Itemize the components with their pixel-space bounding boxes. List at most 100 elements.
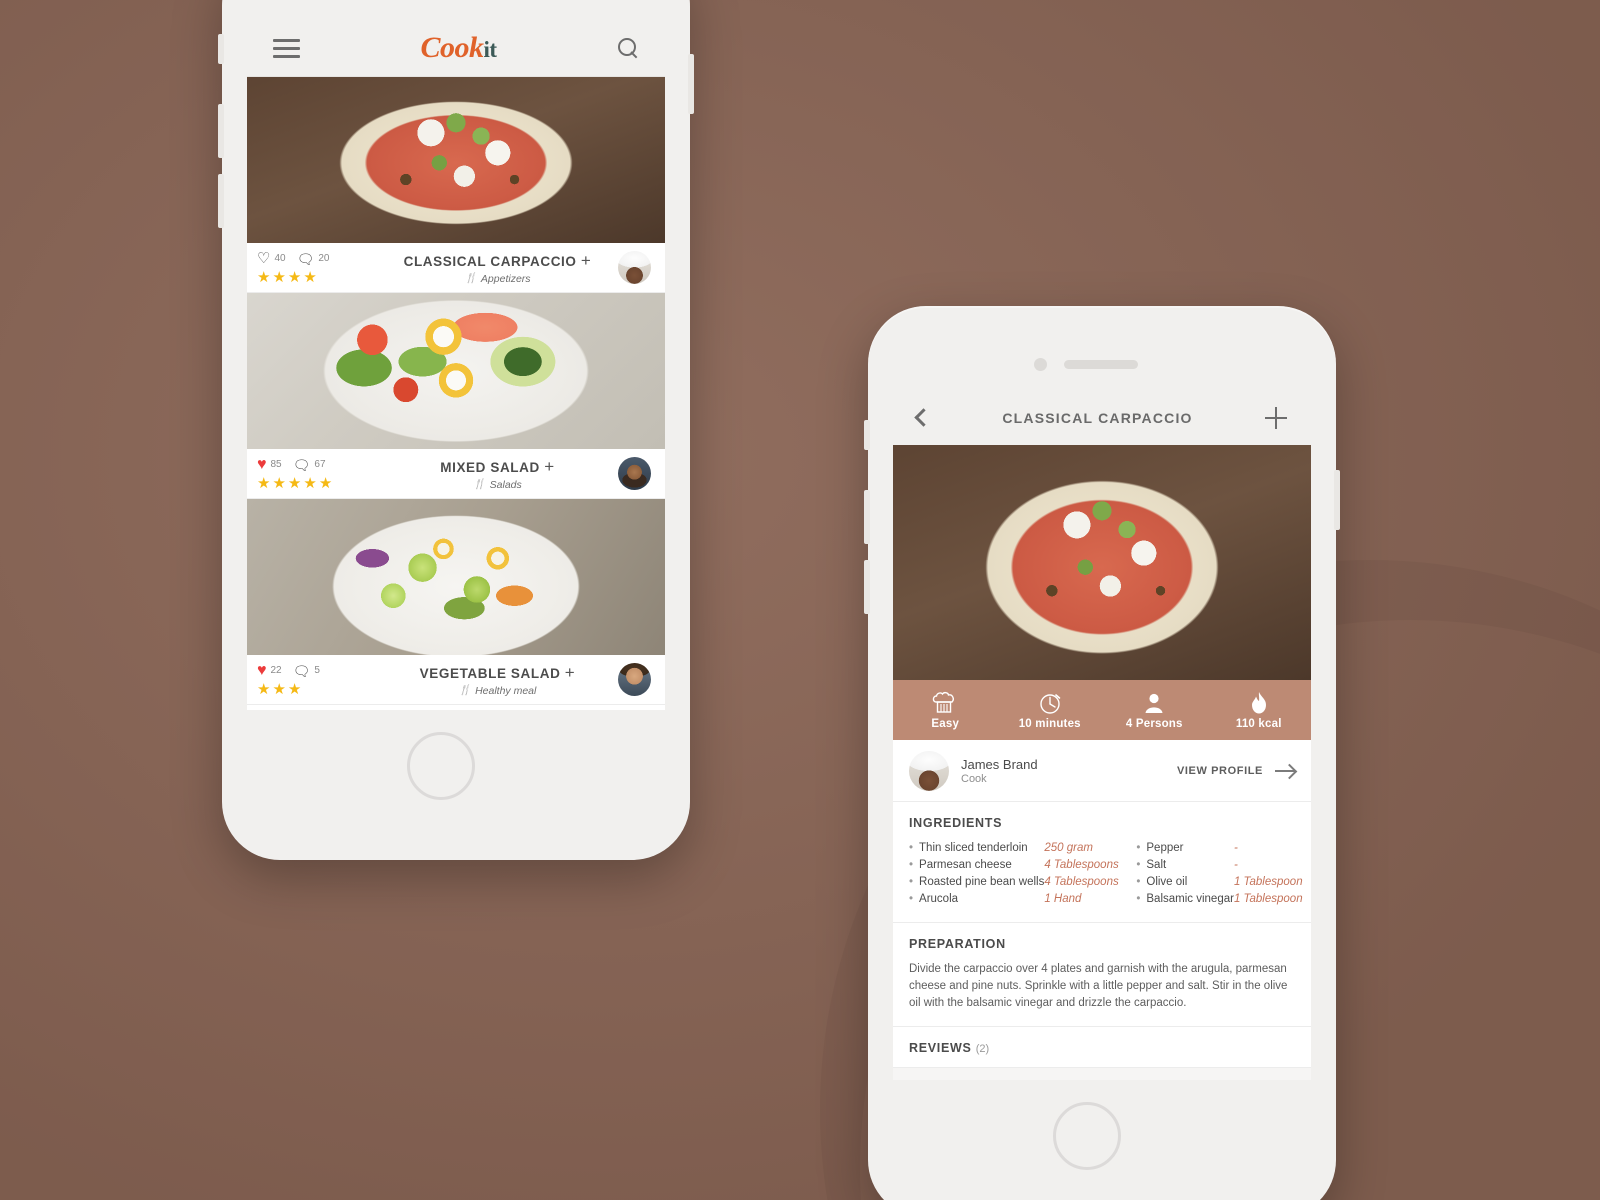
stat-time-label: 10 minutes	[1018, 717, 1081, 730]
classical-carpaccio-photo[interactable]	[247, 77, 665, 243]
recipe-card-meta: ♥ 22 🗨 5 ★ ★ ★ VEGETABLE SALAD + 🍴 Healt…	[247, 655, 665, 705]
recipe-title[interactable]: CLASSICAL CARPACCIO +	[377, 251, 618, 271]
person-icon	[1145, 693, 1163, 713]
comment-icon[interactable]: 🗨	[293, 458, 311, 472]
phone-left-power-button	[688, 54, 694, 114]
recipe-card-meta: ♡ 40 🗨 20 ★ ★ ★ ★ CLASSICAL CARPACCIO + 🍴	[247, 243, 665, 293]
heart-icon[interactable]: ♥	[257, 456, 267, 473]
author-role: Cook	[961, 772, 987, 785]
ingredients-column-left: Thin sliced tenderloin250 gram Parmesan …	[909, 840, 1136, 908]
ingredients-section: INGREDIENTS Thin sliced tenderloin250 gr…	[893, 802, 1311, 923]
earpiece-speaker	[1064, 360, 1138, 369]
rating-stars: ★ ★ ★	[257, 681, 302, 698]
search-icon[interactable]	[617, 37, 639, 59]
plus-icon[interactable]: +	[565, 663, 576, 682]
plus-icon[interactable]	[1264, 406, 1287, 429]
rating-stars: ★ ★ ★ ★ ★	[257, 475, 333, 492]
ingredient-qty: 250 gram	[1044, 842, 1093, 854]
right-phone-screen: CLASSICAL CARPACCIO Easy 10 minutes 4 Pe…	[893, 390, 1311, 1080]
ingredient-name: Arucola	[909, 891, 1044, 908]
comment-icon[interactable]: 🗨	[293, 664, 311, 678]
ingredients-grid: Thin sliced tenderloin250 gram Parmesan …	[909, 840, 1303, 908]
phone-right-volume-up-button	[864, 490, 870, 544]
front-camera-icon	[1034, 358, 1047, 371]
reviews-count: (2)	[975, 1043, 990, 1055]
view-profile-button[interactable]: VIEW PROFILE	[1177, 765, 1295, 777]
recipe-category-text: Salads	[489, 478, 522, 491]
logo-it-text: it	[483, 37, 497, 62]
review-item: Colin Brand ★★★★★ Delicious dish. Really…	[893, 1068, 1311, 1080]
recipe-card[interactable]: ♡ 40 🗨 20 ★ ★ ★ ★ CLASSICAL CARPACCIO + 🍴	[247, 77, 665, 293]
preparation-title: PREPARATION	[909, 937, 1006, 951]
recipe-stats: ♡ 40 🗨 20 ★ ★ ★ ★	[257, 250, 377, 285]
ingredient-row: Olive oil1 Tablespoon	[1136, 874, 1311, 891]
ingredient-name: Parmesan cheese	[909, 857, 1044, 874]
clock-icon	[1040, 693, 1061, 714]
phone-left-home-button[interactable]	[407, 732, 475, 800]
recipe-card-titles: CLASSICAL CARPACCIO + 🍴 Appetizers	[377, 251, 618, 285]
like-count: 40	[274, 253, 286, 264]
recipe-stats: ♥ 85 🗨 67 ★ ★ ★ ★ ★	[257, 456, 377, 491]
heart-icon[interactable]: ♥	[257, 662, 267, 679]
recipe-category-text: Appetizers	[480, 272, 531, 285]
stat-servings: 4 Persons	[1102, 691, 1207, 730]
author-info: James Brand Cook	[961, 757, 1038, 785]
ingredient-row: Salt-	[1136, 857, 1311, 874]
phone-left-volume-up-button	[218, 104, 224, 158]
cutlery-icon: 🍴	[473, 479, 486, 490]
bearded-man-avatar[interactable]	[618, 457, 651, 490]
recipe-card-meta: ♥ 85 🗨 67 ★ ★ ★ ★ ★ MIXED SALAD + 🍴 Sala…	[247, 449, 665, 499]
author-name: James Brand	[961, 756, 1038, 772]
chef-avatar[interactable]	[618, 251, 651, 284]
comment-icon[interactable]: 🗨	[297, 252, 315, 266]
recipe-card[interactable]: ♥ 22 🗨 5 ★ ★ ★ VEGETABLE SALAD + 🍴 Healt…	[247, 499, 665, 705]
comment-count: 67	[314, 459, 326, 470]
chevron-left-icon[interactable]	[914, 408, 933, 427]
recipe-card[interactable]: ♥ 85 🗨 67 ★ ★ ★ ★ ★ MIXED SALAD + 🍴 Sala…	[247, 293, 665, 499]
recipe-feed[interactable]: ♡ 40 🗨 20 ★ ★ ★ ★ CLASSICAL CARPACCIO + 🍴	[247, 77, 665, 710]
page-title: CLASSICAL CARPACCIO	[1002, 409, 1193, 426]
ingredient-qty: 1 Tablespoon	[1233, 876, 1303, 888]
ingredient-qty: -	[1233, 842, 1238, 854]
ingredient-row: Parmesan cheese4 Tablespoons	[909, 857, 1136, 874]
stat-servings-label: 4 Persons	[1125, 717, 1183, 730]
app-logo: Cookit	[420, 33, 497, 63]
plus-icon[interactable]: +	[544, 457, 555, 476]
flame-icon	[1251, 691, 1266, 713]
plus-icon[interactable]: +	[581, 251, 592, 270]
heart-icon[interactable]: ♡	[257, 251, 270, 266]
phone-right-mute-button	[864, 420, 870, 450]
stat-calories-label: 110 kcal	[1235, 717, 1282, 730]
comment-count: 5	[314, 665, 320, 676]
phone-mockup-left: Cookit ♡ 40 🗨 20 ★ ★ ★ ★ CLASSICAL CARPA…	[218, 0, 694, 860]
ingredient-qty: 4 Tablespoons	[1044, 876, 1119, 888]
recipe-category-text: Healthy meal	[475, 684, 537, 697]
ingredient-name: Thin sliced tenderloin	[909, 840, 1044, 857]
recipe-category: 🍴 Salads	[377, 479, 618, 491]
ingredient-name: Salt	[1136, 857, 1234, 874]
ingredient-name: Balsamic vinegar	[1136, 891, 1234, 908]
vegetable-salad-photo[interactable]	[247, 499, 665, 655]
app-header: Cookit	[247, 20, 665, 77]
detail-header: CLASSICAL CARPACCIO	[893, 390, 1311, 445]
recipe-title[interactable]: MIXED SALAD +	[377, 457, 618, 477]
young-man-avatar[interactable]	[618, 663, 651, 696]
preparation-section: PREPARATION Divide the carpaccio over 4 …	[893, 923, 1311, 1027]
reviews-title-text: REVIEWS	[909, 1041, 972, 1055]
recipe-category: 🍴 Healthy meal	[377, 685, 618, 697]
reviews-section-header: REVIEWS (2)	[893, 1027, 1311, 1068]
ingredients-title: INGREDIENTS	[909, 816, 1003, 830]
recipe-title[interactable]: VEGETABLE SALAD +	[377, 663, 618, 683]
ingredient-qty: 1 Tablespoon	[1233, 893, 1303, 905]
cutlery-icon: 🍴	[458, 685, 472, 696]
hamburger-icon[interactable]	[273, 38, 300, 58]
ingredient-name: Roasted pine bean wells	[909, 874, 1044, 891]
mixed-salad-photo[interactable]	[247, 293, 665, 449]
author-row[interactable]: James Brand Cook VIEW PROFILE	[893, 740, 1311, 802]
phone-right-home-button[interactable]	[1053, 1102, 1121, 1170]
phone-right-volume-down-button	[864, 560, 870, 614]
rating-stars: ★ ★ ★ ★	[257, 269, 317, 286]
recipe-category: 🍴 Appetizers	[377, 273, 618, 285]
phone-left-volume-down-button	[218, 174, 224, 228]
ingredient-row: Thin sliced tenderloin250 gram	[909, 840, 1136, 857]
